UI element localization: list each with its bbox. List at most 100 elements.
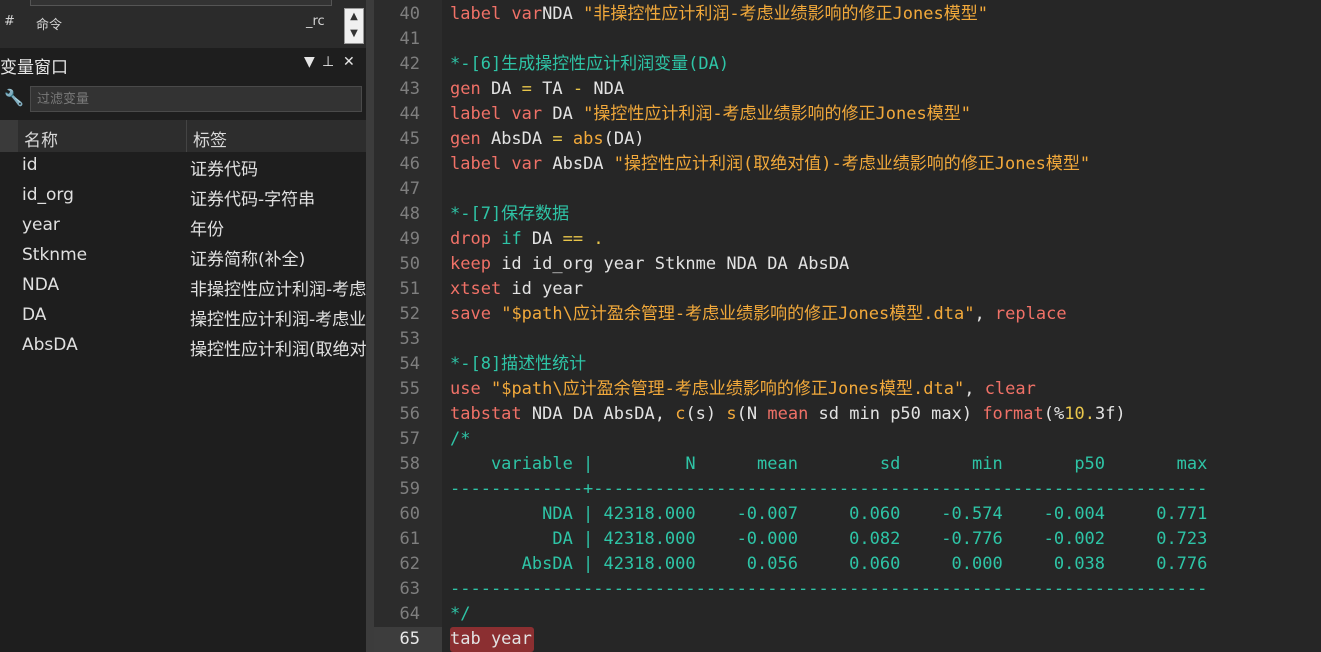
code-line[interactable]: 48 *-[7]保存数据	[374, 202, 1321, 227]
scroll-up-icon[interactable]: ▲	[345, 9, 363, 25]
code-line[interactable]: 40 label varNDA "非操控性应计利润-考虑业绩影响的修正Jones模…	[374, 2, 1321, 27]
col-header-label[interactable]: 标签	[193, 126, 227, 151]
code-token: =	[521, 79, 532, 99]
history-scroll-area[interactable]	[30, 0, 332, 6]
code-line[interactable]: 63 --------------------------------------…	[374, 577, 1321, 602]
variable-label: 操控性应计利润-考虑业绩影响的修正Jones模型	[190, 310, 366, 330]
code-token: replace	[994, 304, 1067, 324]
code-line[interactable]: 49 drop if DA == .	[374, 227, 1321, 252]
variable-row[interactable]: id_org 证券代码-字符串	[0, 182, 366, 212]
variable-row[interactable]: id 证券代码	[0, 152, 366, 182]
code-line[interactable]: 57 /*	[374, 427, 1321, 452]
code-text: save "$path\应计盈余管理-考虑业绩影响的修正Jones模型.dta"…	[450, 302, 1067, 327]
code-token: "操控性应计利润(取绝对值)-考虑业绩影响的修正Jones模型"	[613, 154, 1091, 174]
column-divider[interactable]	[186, 120, 187, 152]
code-token: id year	[501, 279, 584, 299]
variable-name: Stknme	[22, 245, 88, 265]
history-col-command[interactable]: 命令	[36, 14, 62, 33]
do-file-editor[interactable]: 40 label varNDA "非操控性应计利润-考虑业绩影响的修正Jones模…	[374, 0, 1321, 652]
code-line[interactable]: 55 use "$path\应计盈余管理-考虑业绩影响的修正Jones模型.dta…	[374, 377, 1321, 402]
code-token: DA	[521, 229, 563, 249]
variable-name: NDA	[22, 275, 60, 295]
history-col-hash[interactable]: #	[4, 14, 15, 29]
code-line[interactable]: 43 gen DA = TA - NDA	[374, 77, 1321, 102]
line-number: 64	[399, 604, 420, 624]
variable-filter-input[interactable]	[30, 86, 362, 112]
code-token: keep	[450, 254, 491, 274]
history-scrollbar[interactable]: ▲ ▼	[344, 8, 364, 44]
code-token: if	[501, 229, 522, 249]
code-line[interactable]: 58 variable | N mean sd min p50 max	[374, 452, 1321, 477]
code-text: variable | N mean sd min p50 max	[450, 452, 1207, 477]
history-col-rc[interactable]: _rc	[306, 14, 325, 29]
code-line[interactable]: 54 *-[8]描述性统计	[374, 352, 1321, 377]
wrench-icon[interactable]: 🔧	[4, 88, 24, 107]
code-token: ,	[974, 304, 995, 324]
pin-icon[interactable]: ⊥	[322, 54, 334, 70]
variable-row[interactable]: Stknme 证券简称(补全)	[0, 242, 366, 272]
left-pane: # 命令 _rc ▲ ▼ 变量窗口 ▼ ⊥ ✕ 🔧 名称 标签 id证券代码id…	[0, 0, 366, 652]
code-token: (%	[1043, 404, 1065, 424]
pane-splitter[interactable]	[366, 0, 374, 652]
variable-row[interactable]: NDA 非操控性应计利润-考虑业绩影响的修正Jones模型	[0, 272, 366, 302]
code-token: 10	[1064, 404, 1085, 424]
variable-row[interactable]: DA 操控性应计利润-考虑业绩影响的修正Jones模型	[0, 302, 366, 332]
line-number: 52	[399, 304, 420, 324]
col-header-name[interactable]: 名称	[24, 126, 58, 151]
code-line[interactable]: 50 keep id id_org year Stknme NDA DA AbsD…	[374, 252, 1321, 277]
variable-row[interactable]: year 年份	[0, 212, 366, 242]
code-token: NDA | 42318.000 -0.007 0.060 -0.574 -0.0…	[450, 504, 1208, 524]
line-number: 55	[399, 379, 420, 399]
code-text: /*	[450, 427, 470, 452]
code-token: DA	[542, 104, 584, 124]
code-line[interactable]: 44 label var DA "操控性应计利润-考虑业绩影响的修正Jones模型…	[374, 102, 1321, 127]
code-line[interactable]: 45 gen AbsDA = abs(DA)	[374, 127, 1321, 152]
code-text: gen AbsDA = abs(DA)	[450, 127, 645, 152]
code-token: *-[6]生成操控性应计利润变量(DA)	[450, 54, 730, 74]
code-token: /*	[450, 429, 471, 449]
code-line[interactable]: 53	[374, 327, 1321, 352]
variable-name: id	[22, 155, 38, 175]
code-text: DA | 42318.000 -0.000 0.082 -0.776 -0.00…	[450, 527, 1207, 552]
variable-label: 操控性应计利润(取绝对值)-考虑业绩影响的修正Jones模型	[190, 340, 366, 360]
code-token: ==	[562, 229, 584, 249]
code-line[interactable]: 41	[374, 27, 1321, 52]
code-line[interactable]: 61 DA | 42318.000 -0.000 0.082 -0.776 -0…	[374, 527, 1321, 552]
code-line[interactable]: 59 -------------+------------------------…	[374, 477, 1321, 502]
line-number: 59	[399, 479, 420, 499]
code-line[interactable]: 64 */	[374, 602, 1321, 627]
variable-name: id_org	[22, 185, 74, 205]
code-text: label varNDA "非操控性应计利润-考虑业绩影响的修正Jones模型"	[450, 2, 988, 27]
code-line[interactable]: 60 NDA | 42318.000 -0.007 0.060 -0.574 -…	[374, 502, 1321, 527]
code-line[interactable]: 56 tabstat NDA DA AbsDA, c(s) s(N mean sd…	[374, 402, 1321, 427]
code-token: sd min p50 max)	[808, 404, 983, 424]
code-line[interactable]: 47	[374, 177, 1321, 202]
line-number: 51	[399, 279, 420, 299]
code-line[interactable]: 62 AbsDA | 42318.000 0.056 0.060 0.000 0…	[374, 552, 1321, 577]
code-line[interactable]: 46 label var AbsDA "操控性应计利润(取绝对值)-考虑业绩影响的…	[374, 152, 1321, 177]
filter-funnel-icon[interactable]: ▼	[304, 54, 315, 70]
code-token: s	[726, 404, 737, 424]
close-icon[interactable]: ✕	[343, 54, 355, 70]
scroll-down-icon[interactable]: ▼	[345, 26, 363, 42]
code-token: format	[982, 404, 1044, 424]
code-token: use	[450, 379, 481, 399]
line-number: 53	[399, 329, 420, 349]
code-line[interactable]: 65 tab year	[374, 627, 1321, 652]
code-text: tabstat NDA DA AbsDA, c(s) s(N mean sd m…	[450, 402, 1126, 427]
variable-label: 非操控性应计利润-考虑业绩影响的修正Jones模型	[190, 280, 366, 300]
code-line[interactable]: 42 *-[6]生成操控性应计利润变量(DA)	[374, 52, 1321, 77]
code-line[interactable]: 51 xtset id year	[374, 277, 1321, 302]
variable-name: AbsDA	[22, 335, 78, 355]
code-text: -------------+--------------------------…	[450, 477, 1207, 502]
line-number: 41	[399, 29, 420, 49]
variable-label: 证券代码	[190, 160, 258, 180]
code-text: use "$path\应计盈余管理-考虑业绩影响的修正Jones模型.dta",…	[450, 377, 1036, 402]
line-number: 40	[399, 4, 420, 24]
code-token: c	[675, 404, 686, 424]
code-line[interactable]: 52 save "$path\应计盈余管理-考虑业绩影响的修正Jones模型.dt…	[374, 302, 1321, 327]
code-token: .	[593, 229, 604, 249]
variable-list: id 证券代码 id_org 证券代码-字符串 year 年份 Stknme 证券简称(补全)…	[0, 152, 366, 362]
variable-row[interactable]: AbsDA 操控性应计利润(取绝对值)-考虑业绩影响的修正Jones模型	[0, 332, 366, 362]
